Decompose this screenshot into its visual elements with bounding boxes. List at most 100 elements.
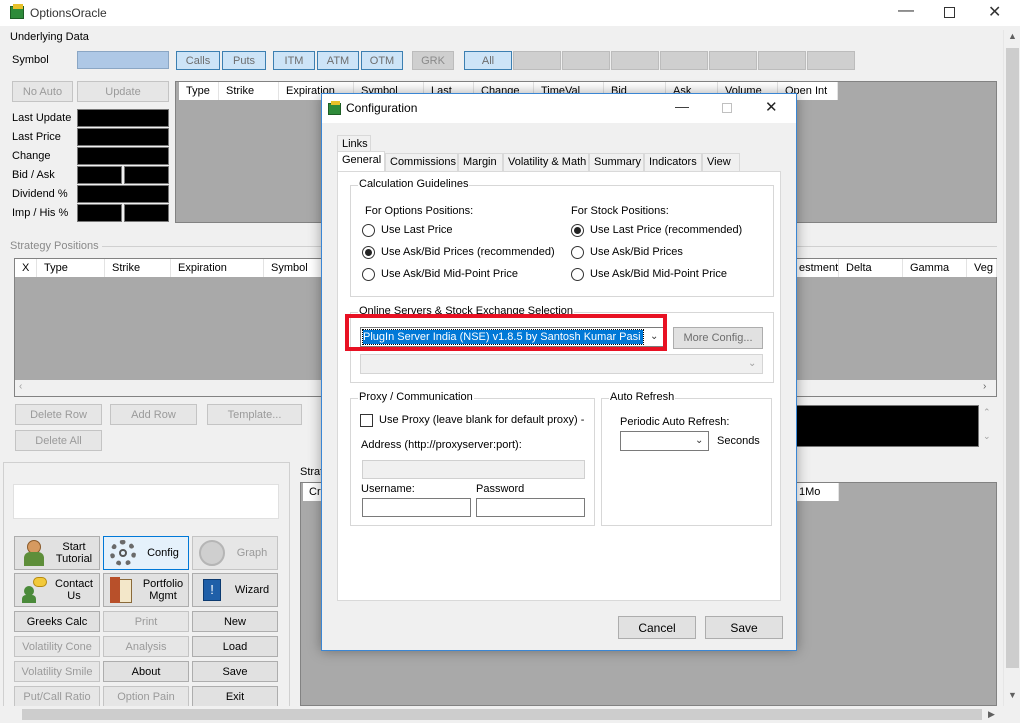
opt-mid-point-radio[interactable] — [362, 268, 375, 281]
no-auto-button[interactable]: No Auto — [12, 81, 73, 102]
contact-us-button[interactable]: Contact Us — [14, 573, 100, 607]
filter-slot-5[interactable] — [709, 51, 757, 70]
dialog-minimize-icon[interactable]: — — [675, 98, 689, 114]
summary-scrollbar[interactable]: ⌃ ⌄ — [979, 405, 996, 447]
config-button[interactable]: Config — [103, 536, 189, 570]
refresh-interval-select[interactable]: ⌄ — [620, 431, 709, 451]
put-call-ratio-button[interactable]: Put/Call Ratio — [14, 686, 100, 707]
filter-slot-3[interactable] — [611, 51, 659, 70]
tab-volatility-math[interactable]: Volatility & Math — [503, 153, 589, 171]
tab-indicators[interactable]: Indicators — [644, 153, 702, 171]
opt-ask-bid-label[interactable]: Use Ask/Bid Prices (recommended) — [381, 246, 555, 258]
one-mo-header[interactable]: 1Mo — [797, 483, 839, 501]
filter-grk-button[interactable]: GRK — [412, 51, 454, 70]
print-button[interactable]: Print — [103, 611, 189, 632]
summary-up-icon[interactable]: ⌃ — [983, 407, 991, 418]
summary-down-icon[interactable]: ⌄ — [983, 431, 991, 442]
analysis-button[interactable]: Analysis — [103, 636, 189, 657]
stk-last-price-label[interactable]: Use Last Price (recommended) — [590, 224, 742, 236]
filter-atm-button[interactable]: ATM — [317, 51, 359, 70]
option-pain-button[interactable]: Option Pain — [103, 686, 189, 707]
opt-last-price-radio[interactable] — [362, 224, 375, 237]
about-button[interactable]: About — [103, 661, 189, 682]
new-button[interactable]: New — [192, 611, 278, 632]
strat-col-symbol[interactable]: Symbol — [264, 259, 324, 277]
tab-general[interactable]: General — [337, 151, 385, 172]
strat-col-investment[interactable]: estment — [797, 259, 839, 277]
sidebar-save-button[interactable]: Save — [192, 661, 278, 682]
close-icon[interactable]: ✕ — [988, 2, 1001, 22]
cancel-button[interactable]: Cancel — [618, 616, 696, 639]
maximize-icon[interactable] — [944, 7, 955, 18]
stk-mid-point-radio[interactable] — [571, 268, 584, 281]
opt-mid-point-label[interactable]: Use Ask/Bid Mid-Point Price — [381, 268, 518, 280]
filter-puts-button[interactable]: Puts — [222, 51, 266, 70]
strat-col-expiration[interactable]: Expiration — [171, 259, 264, 277]
col-strike[interactable]: Strike — [219, 82, 279, 100]
stk-last-price-radio[interactable] — [571, 224, 584, 237]
filter-otm-button[interactable]: OTM — [361, 51, 403, 70]
hscroll-right-icon[interactable]: › — [983, 381, 986, 392]
tab-margin[interactable]: Margin — [458, 153, 503, 171]
filter-calls-button[interactable]: Calls — [176, 51, 220, 70]
strat-col-strike[interactable]: Strike — [105, 259, 171, 277]
exit-button[interactable]: Exit — [192, 686, 278, 707]
address-input[interactable] — [362, 460, 585, 479]
wizard-button[interactable]: ! Wizard — [192, 573, 278, 607]
exchange-select-chevron-icon[interactable]: ⌄ — [748, 358, 756, 369]
volatility-smile-button[interactable]: Volatility Smile — [14, 661, 100, 682]
filter-slot-4[interactable] — [660, 51, 708, 70]
dialog-maximize-icon[interactable] — [722, 103, 732, 113]
start-tutorial-button[interactable]: Start Tutorial — [14, 536, 100, 570]
exchange-select[interactable]: ⌄ — [360, 354, 763, 374]
filter-all-button[interactable]: All — [464, 51, 512, 70]
col-type[interactable]: Type — [179, 82, 219, 100]
password-input[interactable] — [476, 498, 585, 517]
use-proxy-label[interactable]: Use Proxy (leave blank for default proxy… — [379, 414, 584, 426]
tab-view[interactable]: View — [702, 153, 740, 171]
hscroll-left-icon[interactable]: ‹ — [19, 381, 22, 392]
load-button[interactable]: Load — [192, 636, 278, 657]
dialog-save-button[interactable]: Save — [705, 616, 783, 639]
opt-last-price-label[interactable]: Use Last Price — [381, 224, 453, 236]
strat-col-vega[interactable]: Veg — [967, 259, 997, 277]
use-proxy-checkbox[interactable] — [360, 414, 373, 427]
strat-col-delta[interactable]: Delta — [839, 259, 903, 277]
minimize-icon[interactable]: — — [898, 2, 914, 20]
tab-commissions[interactable]: Commissions — [385, 153, 458, 171]
filter-itm-button[interactable]: ITM — [273, 51, 315, 70]
filter-slot-6[interactable] — [758, 51, 806, 70]
filter-slot-7[interactable] — [807, 51, 855, 70]
add-row-button[interactable]: Add Row — [110, 404, 197, 425]
strat-col-type[interactable]: Type — [37, 259, 105, 277]
main-scrollbar[interactable]: ▲ ▼ — [1003, 30, 1020, 706]
cri-header[interactable]: Cri — [303, 483, 323, 501]
bottom-scroll-thumb[interactable] — [22, 709, 982, 720]
graph-button[interactable]: Graph — [192, 536, 278, 570]
scroll-down-icon[interactable]: ▼ — [1008, 690, 1017, 700]
stk-mid-point-label[interactable]: Use Ask/Bid Mid-Point Price — [590, 268, 727, 280]
stk-ask-bid-label[interactable]: Use Ask/Bid Prices — [590, 246, 683, 258]
greeks-calc-button[interactable]: Greeks Calc — [14, 611, 100, 632]
bottom-scroll-right-icon[interactable]: ▶ — [988, 709, 995, 720]
stk-ask-bid-radio[interactable] — [571, 246, 584, 259]
delete-all-button[interactable]: Delete All — [15, 430, 102, 451]
delete-row-button[interactable]: Delete Row — [15, 404, 102, 425]
refresh-chevron-icon[interactable]: ⌄ — [695, 435, 703, 446]
scroll-thumb[interactable] — [1006, 48, 1019, 668]
filter-slot-2[interactable] — [562, 51, 610, 70]
update-button[interactable]: Update — [77, 81, 169, 102]
dialog-close-icon[interactable]: ✕ — [765, 98, 778, 116]
scroll-up-icon[interactable]: ▲ — [1008, 31, 1017, 41]
username-input[interactable] — [362, 498, 471, 517]
template-button[interactable]: Template... — [207, 404, 302, 425]
more-config-button[interactable]: More Config... — [673, 327, 763, 349]
opt-ask-bid-radio[interactable] — [362, 246, 375, 259]
strat-col-gamma[interactable]: Gamma — [903, 259, 967, 277]
tab-summary[interactable]: Summary — [589, 153, 644, 171]
symbol-input[interactable] — [77, 51, 169, 69]
volatility-cone-button[interactable]: Volatility Cone — [14, 636, 100, 657]
bottom-scrollbar[interactable]: ▶ — [0, 706, 1020, 723]
strat-col-x[interactable]: X — [15, 259, 37, 277]
filter-slot-1[interactable] — [513, 51, 561, 70]
